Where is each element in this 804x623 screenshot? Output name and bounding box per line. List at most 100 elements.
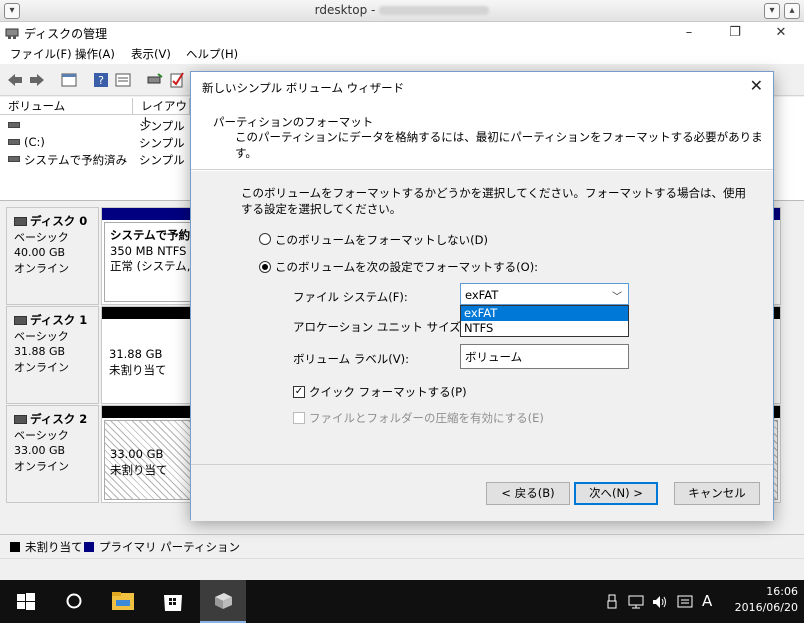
dialog-title: 新しいシンプル ボリューム ウィザード (202, 81, 405, 95)
radio-no-format-label[interactable]: このボリュームをフォーマットしない(D) (275, 232, 488, 248)
disk-type: ベーシック (14, 329, 69, 343)
start-windows-icon[interactable] (16, 580, 36, 623)
file-system-dropdown-list: exFAT NTFS (460, 305, 629, 337)
network-icon[interactable] (628, 594, 644, 610)
vertical-scrollbar[interactable] (784, 207, 800, 503)
disk-name: ディスク 1 (14, 313, 98, 329)
file-system-value: exFAT (465, 288, 499, 302)
header-title: パーティションのフォーマット (213, 115, 374, 129)
ime-indicator[interactable]: A (702, 592, 712, 610)
taskbar: A 16:06 2016/06/20 (0, 580, 804, 623)
radio-format[interactable] (259, 261, 271, 273)
dialog-close-icon[interactable]: ✕ (750, 76, 763, 95)
volume-icon[interactable] (652, 594, 668, 610)
legend-primary-swatch (84, 542, 94, 552)
cancel-button[interactable]: キャンセル (674, 482, 760, 505)
legend-primary-label: プライマリ パーティション (99, 540, 240, 554)
volume-layout: シンプル (139, 136, 185, 150)
radio-no-format[interactable] (259, 233, 271, 245)
header-subtitle: このパーティションにデータを格納するには、最初にパーティションをフォーマットする… (235, 130, 763, 160)
notifications-icon[interactable] (677, 594, 693, 610)
column-header-volume[interactable]: ボリューム (0, 98, 133, 115)
drive-icon (8, 156, 20, 162)
disk-size: 31.88 GB (14, 345, 66, 358)
quick-format-label[interactable]: クイック フォーマットする(P) (309, 384, 467, 400)
file-system-label: ファイル システム(F): (293, 290, 408, 304)
clock-time: 16:06 (766, 585, 798, 598)
close-button[interactable]: ✕ (758, 22, 804, 44)
disk-2-info[interactable]: ディスク 2 ベーシック 33.00 GB オンライン (6, 405, 99, 503)
checklist-icon[interactable] (168, 72, 186, 88)
compression-checkbox (293, 412, 305, 424)
disk-management-icon (215, 593, 232, 609)
footer-divider (191, 464, 773, 465)
legend-unallocated-label: 未割り当て (25, 540, 83, 554)
file-system-select[interactable]: exFAT ﹀ (460, 283, 629, 305)
dropdown-option-exfat[interactable]: exFAT (461, 306, 628, 321)
menu-view[interactable]: 表示(V) (131, 46, 171, 62)
clock-date: 2016/06/20 (734, 601, 798, 614)
drive-icon (8, 139, 20, 145)
volume-label-input[interactable]: ボリューム (460, 344, 629, 369)
rdesktop-maximize-button[interactable]: ▴ (784, 3, 800, 19)
volume-layout: シンプル (139, 153, 185, 167)
next-button[interactable]: 次へ(N) > (574, 482, 658, 505)
properties-icon[interactable] (60, 72, 78, 88)
volume-layout: シンプル (139, 119, 185, 133)
rdesktop-menu-button[interactable]: ▾ (4, 3, 20, 19)
rdesktop-title: rdesktop - (0, 3, 804, 17)
dialog-body: このボリュームをフォーマットするかどうかを選択してください。フォーマットする場合… (191, 171, 773, 521)
back-arrow-icon[interactable] (6, 72, 24, 88)
menu-file[interactable]: ファイル(F) (10, 46, 72, 62)
menu-help[interactable]: ヘルプ(H) (186, 46, 238, 62)
format-partition-wizard: 新しいシンプル ボリューム ウィザード ✕ パーティションのフォーマット このパ… (190, 71, 774, 521)
list-view-icon[interactable] (114, 72, 132, 88)
disk-0-info[interactable]: ディスク 0 ベーシック 40.00 GB オンライン (6, 207, 99, 305)
app-titlebar: ディスクの管理 – ❐ ✕ (0, 22, 804, 44)
back-button[interactable]: < 戻る(B) (486, 482, 570, 505)
forward-arrow-icon[interactable] (28, 72, 46, 88)
disk-type: ベーシック (14, 230, 69, 244)
menu-bar: ファイル(F) 操作(A) 表示(V) ヘルプ(H) (0, 44, 804, 64)
help-icon[interactable]: ? (92, 72, 110, 88)
disk-type: ベーシック (14, 428, 69, 442)
dialog-header: パーティションのフォーマット このパーティションにデータを格納するには、最初にパ… (191, 102, 773, 170)
volume-name: システムで予約済み (24, 153, 128, 167)
disk-name: ディスク 0 (14, 214, 98, 230)
compression-label: ファイルとフォルダーの圧縮を有効にする(E) (309, 411, 544, 425)
minimize-button[interactable]: – (666, 22, 712, 44)
search-cortana-icon[interactable] (64, 580, 84, 623)
quick-format-checkbox[interactable]: ✓ (293, 386, 305, 398)
file-explorer-icon[interactable] (110, 580, 136, 623)
chevron-down-icon: ﹀ (612, 292, 622, 303)
rdesktop-minimize-button[interactable]: ▾ (764, 3, 780, 19)
dialog-titlebar: 新しいシンプル ボリューム ウィザード ✕ (191, 72, 773, 102)
taskbar-disk-management[interactable] (200, 580, 246, 623)
usb-icon[interactable] (606, 594, 618, 610)
app-title: ディスクの管理 (24, 27, 108, 41)
disk-status: オンライン (14, 261, 69, 275)
disk-size: 33.00 GB (14, 444, 66, 457)
volume-label-label: ボリューム ラベル(V): (293, 352, 410, 366)
menu-action[interactable]: 操作(A) (75, 46, 115, 62)
restore-button[interactable]: ❐ (712, 22, 758, 44)
radio-format-label[interactable]: このボリュームを次の設定でフォーマットする(O): (275, 259, 538, 275)
legend: 未割り当て プライマリ パーティション (0, 534, 804, 558)
disk-1-info[interactable]: ディスク 1 ベーシック 31.88 GB オンライン (6, 306, 99, 404)
taskbar-clock[interactable]: 16:06 2016/06/20 (735, 584, 798, 616)
rescan-icon[interactable] (146, 72, 164, 88)
disk-management-icon (5, 28, 19, 39)
disk-status: オンライン (14, 459, 69, 473)
disk-name: ディスク 2 (14, 412, 98, 428)
allocation-unit-label: アロケーション ユニット サイズ(A): (293, 320, 482, 334)
dropdown-option-ntfs[interactable]: NTFS (461, 321, 628, 336)
rdesktop-titlebar: rdesktop - ▾ ▾ ▴ (0, 0, 804, 22)
store-icon[interactable] (160, 580, 186, 623)
legend-unallocated-swatch (10, 542, 20, 552)
svg-text:?: ? (98, 74, 104, 87)
disk-size: 40.00 GB (14, 246, 66, 259)
drive-icon (8, 122, 20, 128)
column-header-layout[interactable]: レイアウト (133, 98, 190, 129)
disk-status: オンライン (14, 360, 69, 374)
status-bar (0, 558, 804, 580)
